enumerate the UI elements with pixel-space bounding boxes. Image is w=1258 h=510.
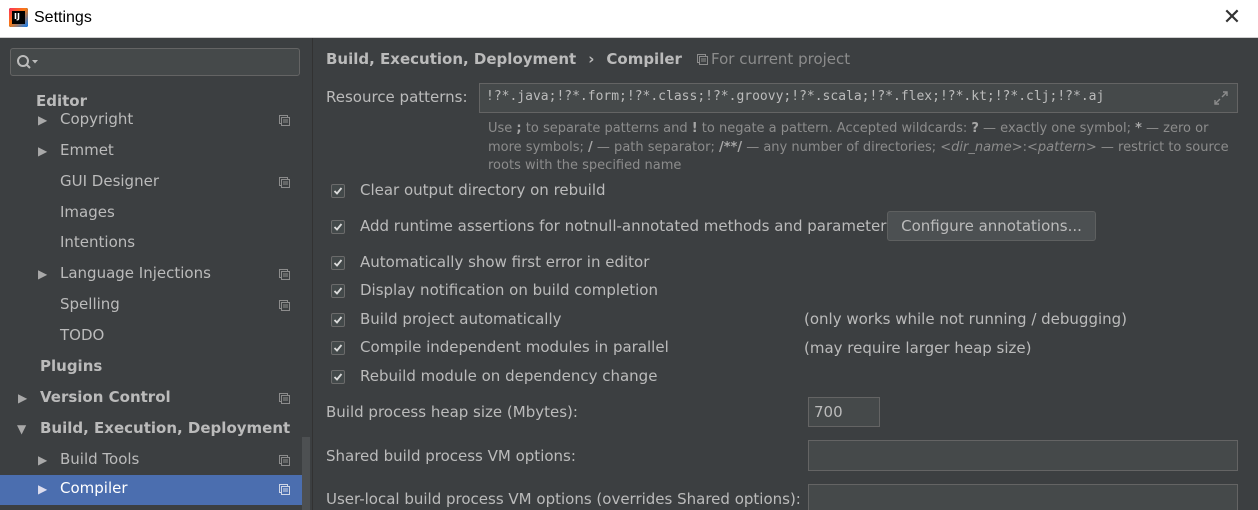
checkmark-icon <box>333 373 343 381</box>
tree-item-copyright[interactable]: ▶ Copyright <box>0 106 312 136</box>
tree-item-compiler[interactable]: ▶ Compiler <box>0 475 302 505</box>
tree-item-emmet[interactable]: ▶ Emmet <box>0 137 312 167</box>
tree-item-label: Build, Execution, Deployment <box>40 419 291 437</box>
resource-patterns-label: Resource patterns: <box>326 88 468 106</box>
tree-item-gui-designer[interactable]: GUI Designer <box>0 168 312 198</box>
project-scope-icon <box>697 54 708 65</box>
breadcrumb-current: Compiler <box>606 50 682 68</box>
tree-item-todo[interactable]: TODO <box>0 322 312 352</box>
scope-label: For current project <box>711 50 851 68</box>
checkbox-label: Automatically show first error in editor <box>360 253 650 271</box>
search-icon <box>17 55 38 69</box>
collapse-arrow-icon[interactable]: ▼ <box>17 422 29 436</box>
configure-annotations-button[interactable]: Configure annotations... <box>887 211 1096 241</box>
tree-item-version-control[interactable]: ▶ Version Control <box>0 384 312 414</box>
breadcrumb-parent: Build, Execution, Deployment <box>326 50 577 68</box>
tree-item-plugins[interactable]: Plugins <box>0 353 312 383</box>
project-scope-icon <box>279 177 290 188</box>
shared-vm-options-label: Shared build process VM options: <box>326 447 576 465</box>
resource-patterns-hint: Use ; to separate patterns and ! to nega… <box>488 121 1229 173</box>
tree-item-label: TODO <box>60 326 105 344</box>
checkbox-box[interactable] <box>331 220 345 234</box>
resource-patterns-field[interactable]: !?*.java;!?*.form;!?*.class;!?*.groovy;!… <box>479 83 1238 113</box>
scope-indicator: For current project <box>697 50 850 68</box>
tree-item-label: Images <box>60 203 115 221</box>
breadcrumb-separator: › <box>588 50 595 68</box>
parallel-compile-note: (may require larger heap size) <box>804 339 1032 357</box>
breadcrumb: Build, Execution, Deployment › Compiler <box>326 50 682 68</box>
tree-item-label: Intentions <box>60 233 136 251</box>
checkbox-box[interactable] <box>331 341 345 355</box>
checkbox-box[interactable] <box>331 256 345 270</box>
user-vm-options-input[interactable] <box>808 484 1238 510</box>
intellij-app-icon: IJ <box>9 8 28 27</box>
tree-item-label: GUI Designer <box>60 172 159 190</box>
window-title: Settings <box>34 9 92 26</box>
checkbox-box[interactable] <box>331 370 345 384</box>
resource-patterns-value: !?*.java;!?*.form;!?*.class;!?*.groovy;!… <box>486 89 1105 104</box>
close-icon[interactable]: ✕ <box>1220 7 1244 31</box>
checkmark-icon <box>333 316 343 324</box>
compiler-settings-panel: Build, Execution, Deployment › Compiler Fo… <box>313 38 1258 510</box>
tree-item-label: Plugins <box>40 357 103 375</box>
expand-arrow-icon[interactable]: ▶ <box>38 453 50 467</box>
user-vm-options-label: User-local build process VM options (ove… <box>326 490 801 508</box>
project-scope-icon <box>279 269 290 280</box>
checkbox-label: Add runtime assertions for notnull-annot… <box>360 217 895 235</box>
tree-item-label: Compiler <box>60 479 128 497</box>
checkmark-icon <box>333 344 343 352</box>
search-input[interactable] <box>10 48 300 76</box>
checkbox-box[interactable] <box>331 284 345 298</box>
tree-item-label: Spelling <box>60 295 120 313</box>
tree-item-spelling[interactable]: Spelling <box>0 291 312 321</box>
tree-item-label: Language Injections <box>60 264 211 282</box>
title-bar: IJ Settings ✕ <box>0 0 1258 38</box>
build-automatically-note: (only works while not running / debuggin… <box>804 310 1128 328</box>
tree-item-label: Version Control <box>40 388 171 406</box>
expand-arrow-icon[interactable]: ▶ <box>18 391 30 405</box>
shared-vm-options-input[interactable] <box>808 440 1238 471</box>
expand-arrow-icon[interactable]: ▶ <box>38 113 50 127</box>
project-scope-icon <box>279 115 290 126</box>
checkbox-label: Compile independent modules in parallel <box>360 338 669 356</box>
project-scope-icon <box>279 300 290 311</box>
checkmark-icon <box>333 287 343 295</box>
tree-item-language-injections[interactable]: ▶ Language Injections <box>0 260 312 290</box>
tree-item-label: Copyright <box>60 110 134 128</box>
checkbox-box[interactable] <box>331 313 345 327</box>
expand-arrow-icon[interactable]: ▶ <box>38 482 50 496</box>
expand-field-icon[interactable] <box>1213 90 1229 106</box>
tree-item-label: Build Tools <box>60 450 140 468</box>
checkmark-icon <box>333 223 343 231</box>
tree-item-label: Emmet <box>60 141 114 159</box>
tree-item-intentions[interactable]: Intentions <box>0 229 312 259</box>
tree-item-build-tools[interactable]: ▶ Build Tools <box>0 446 312 476</box>
checkbox-label: Build project automatically <box>360 310 562 328</box>
heap-size-input[interactable]: 700 <box>808 397 880 427</box>
heap-size-label: Build process heap size (Mbytes): <box>326 403 578 421</box>
checkbox-label: Clear output directory on rebuild <box>360 181 606 199</box>
tree-item-build-execution-deployment[interactable]: ▼ Build, Execution, Deployment <box>0 415 312 445</box>
project-scope-icon <box>279 393 290 404</box>
checkmark-icon <box>333 187 343 195</box>
checkbox-box[interactable] <box>331 184 345 198</box>
expand-arrow-icon[interactable]: ▶ <box>38 144 50 158</box>
checkbox-label: Display notification on build completion <box>360 281 658 299</box>
expand-arrow-icon[interactable]: ▶ <box>38 267 50 281</box>
tree-item-images[interactable]: Images <box>0 199 312 229</box>
project-scope-icon <box>279 455 290 466</box>
sidebar-scrollbar[interactable] <box>302 437 310 510</box>
heap-size-value: 700 <box>814 403 843 421</box>
checkbox-label: Rebuild module on dependency change <box>360 367 658 385</box>
checkmark-icon <box>333 259 343 267</box>
project-scope-icon <box>279 484 290 495</box>
